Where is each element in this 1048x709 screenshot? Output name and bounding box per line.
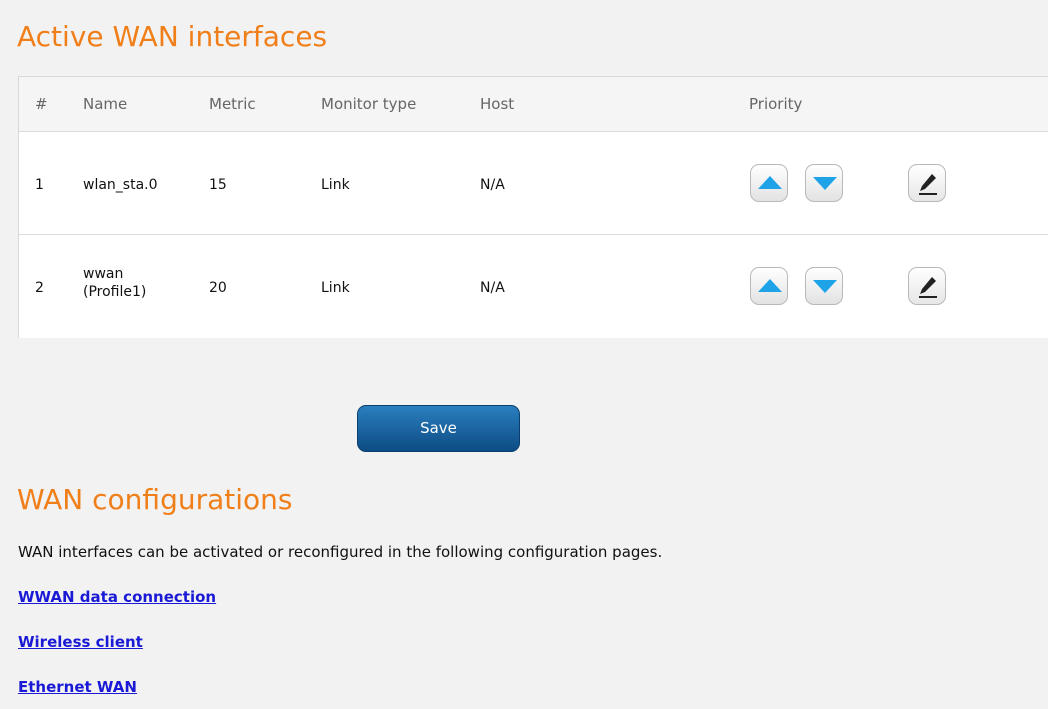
move-down-button[interactable] — [805, 267, 843, 305]
row-index: 1 — [35, 177, 44, 193]
move-down-button[interactable] — [805, 164, 843, 202]
column-header-index: # — [35, 95, 48, 113]
row-index: 2 — [35, 280, 44, 296]
row-name-line1: wwan — [83, 266, 124, 282]
row-name: wlan_sta.0 — [83, 177, 158, 193]
edit-button[interactable] — [908, 164, 946, 202]
arrow-down-icon — [813, 280, 837, 293]
save-button[interactable]: Save — [357, 405, 520, 452]
move-up-button[interactable] — [750, 267, 788, 305]
link-wwan-data-connection[interactable]: WWAN data connection — [18, 588, 216, 606]
row-name-line2: (Profile1) — [83, 284, 147, 300]
edit-button[interactable] — [908, 267, 946, 305]
column-header-priority: Priority — [749, 95, 803, 113]
table-row: 1 wlan_sta.0 15 Link N/A — [19, 132, 1048, 235]
table-header: # Name Metric Monitor type Host Priority — [19, 77, 1048, 132]
column-header-monitor-type: Monitor type — [321, 95, 417, 113]
pencil-icon — [919, 174, 937, 195]
column-header-name: Name — [83, 95, 128, 113]
table-row: 2 wwan (Profile1) 20 Link N/A — [19, 235, 1048, 338]
arrow-up-icon — [758, 176, 782, 189]
row-host: N/A — [480, 177, 505, 193]
pencil-icon — [919, 277, 937, 298]
row-monitor-type: Link — [321, 177, 350, 193]
row-host: N/A — [480, 280, 505, 296]
link-ethernet-wan[interactable]: Ethernet WAN — [18, 678, 137, 696]
column-header-host: Host — [480, 95, 515, 113]
section-title-wan-configurations: WAN configurations — [17, 483, 293, 516]
link-wireless-client[interactable]: Wireless client — [18, 633, 143, 651]
column-header-metric: Metric — [209, 95, 256, 113]
wan-config-description: WAN interfaces can be activated or recon… — [18, 543, 663, 561]
row-monitor-type: Link — [321, 280, 350, 296]
arrow-up-icon — [758, 279, 782, 292]
arrow-down-icon — [813, 177, 837, 190]
wan-interfaces-table: # Name Metric Monitor type Host Priority… — [18, 76, 1048, 338]
row-metric: 20 — [209, 280, 227, 296]
page-title: Active WAN interfaces — [17, 20, 328, 53]
move-up-button[interactable] — [750, 164, 788, 202]
row-name: wwan (Profile1) — [83, 265, 146, 301]
row-metric: 15 — [209, 177, 227, 193]
